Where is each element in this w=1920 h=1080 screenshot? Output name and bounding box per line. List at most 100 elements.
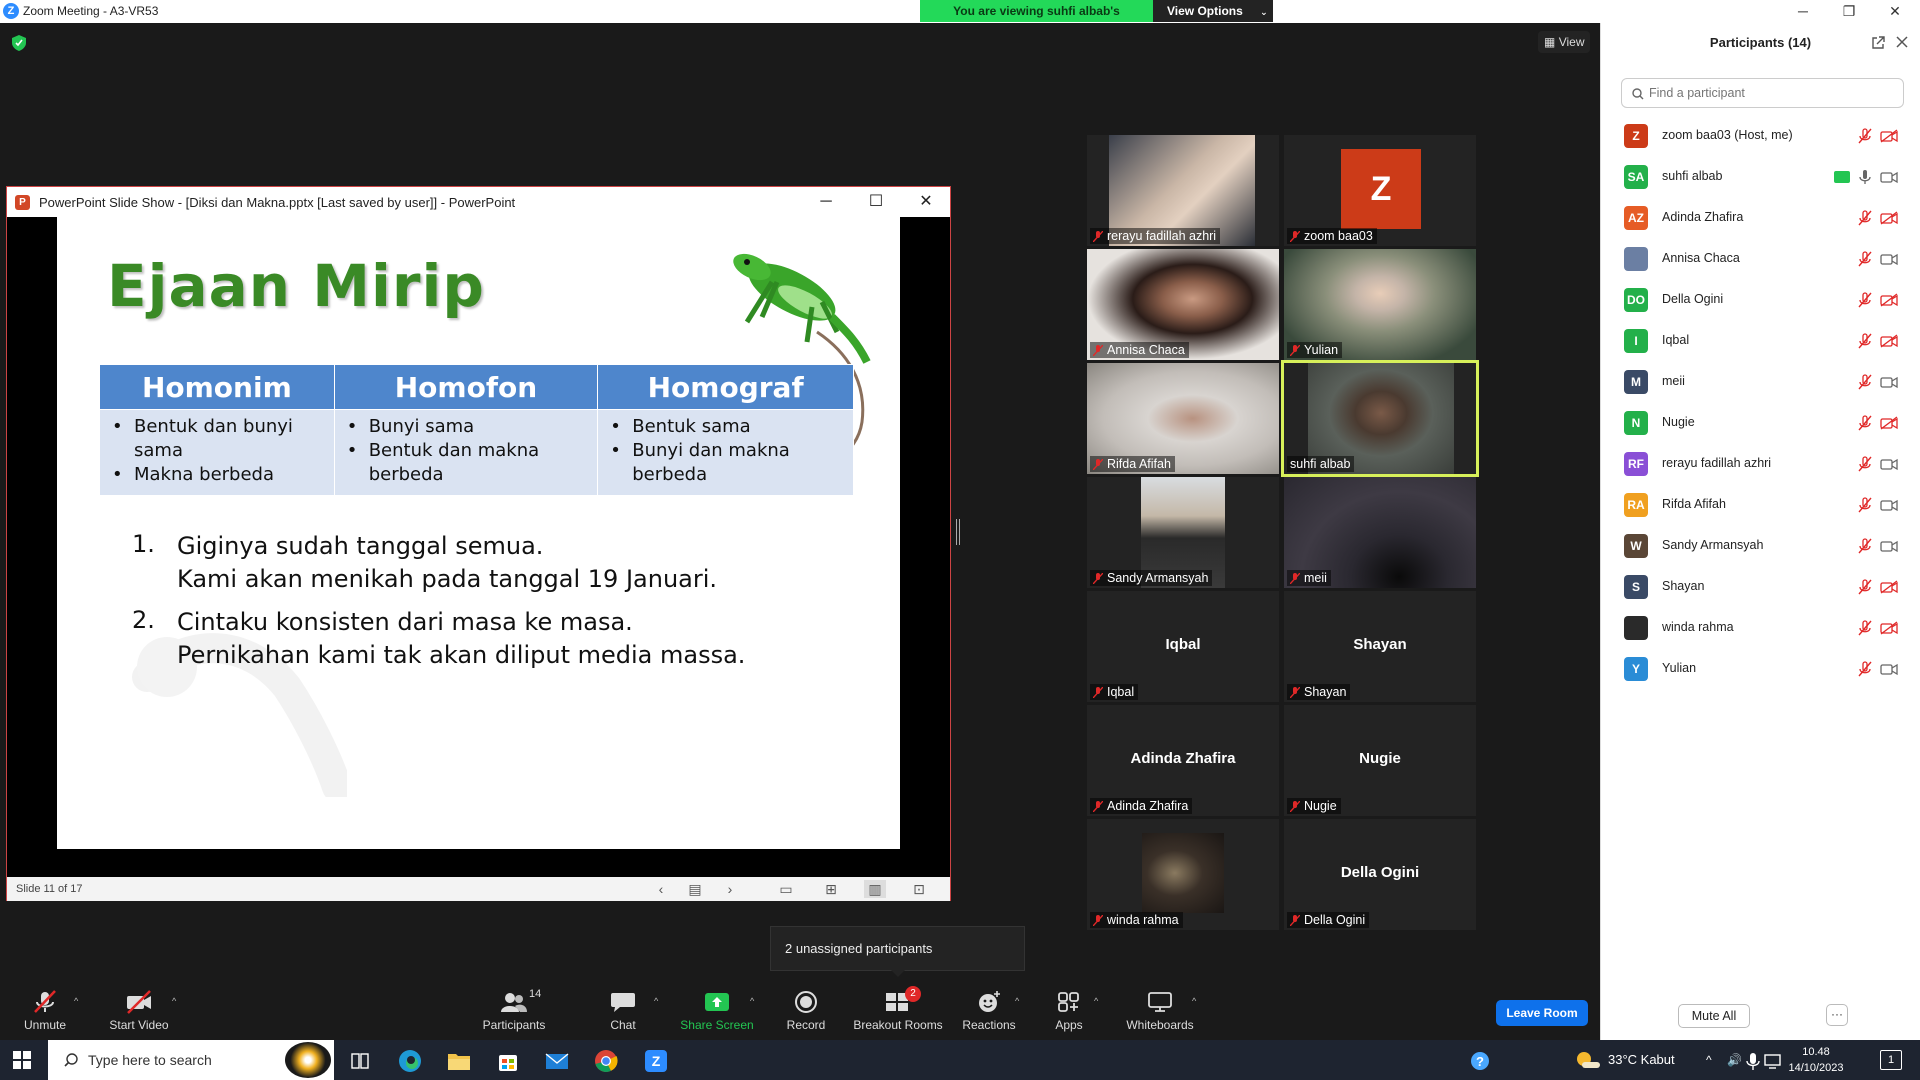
search-box[interactable] [1621,78,1904,108]
tile-center-name: Adinda Zhafira [1130,750,1236,767]
comparison-table: Homonim Homofon Homograf Bentuk dan buny… [99,364,854,496]
whiteboards-options-caret[interactable]: ^ [1192,996,1196,1006]
video-tile[interactable]: Nugie Nugie [1284,705,1476,816]
video-tile-active-speaker[interactable]: suhfi albab [1281,360,1479,477]
participant-row[interactable]: Annisa Chaca [1601,239,1920,280]
ppt-maximize-button[interactable]: ☐ [853,189,899,215]
video-tile[interactable]: rerayu fadillah azhri [1087,135,1279,246]
ppt-minimize-button[interactable]: ─ [803,189,849,215]
task-view-icon[interactable] [340,1046,380,1076]
participant-row[interactable]: DO Della Ogini [1601,280,1920,321]
slide-counter: Slide 11 of 17 [16,883,83,895]
notification-center-icon[interactable]: 1 [1880,1050,1902,1070]
chrome-icon[interactable] [586,1046,626,1076]
video-tile[interactable]: Rifda Afifah [1087,363,1279,474]
participant-name: Nugie [1662,415,1695,429]
breakout-rooms-button[interactable]: 2 Breakout Rooms [852,982,944,1036]
bullet-item: Bentuk dan bunyi sama [108,415,328,463]
whiteboards-button[interactable]: Whiteboards [1114,982,1206,1036]
normal-view-icon[interactable]: ▭ [775,880,797,898]
apps-button[interactable]: Apps [1024,982,1114,1036]
minimize-button[interactable]: ─ [1780,1,1826,22]
search-input[interactable] [1649,84,1894,102]
microphone-icon[interactable] [1743,1046,1763,1076]
video-tile[interactable]: Adinda Zhafira Adinda Zhafira [1087,705,1279,816]
muted-mic-icon [1858,579,1872,595]
previous-slide-icon[interactable]: ‹ [650,880,672,898]
video-tile[interactable]: Yulian [1284,249,1476,360]
close-icon[interactable] [1895,35,1909,49]
weather-text[interactable]: 33°C Kabut [1608,1040,1675,1080]
share-screen-button[interactable]: Share Screen [672,982,762,1036]
video-tile[interactable]: winda rahma [1087,819,1279,930]
share-options-caret[interactable]: ^ [750,996,754,1006]
audio-options-caret[interactable]: ^ [74,996,78,1006]
view-button[interactable]: ▦ View [1538,31,1590,53]
muted-mic-icon [1858,128,1872,144]
viewing-banner: You are viewing suhfi albab's screen Vie… [920,0,1273,40]
participant-row[interactable]: AZ Adinda Zhafira [1601,198,1920,239]
video-options-caret[interactable]: ^ [172,996,176,1006]
video-tile[interactable]: Della Ogini Della Ogini [1284,819,1476,930]
file-explorer-icon[interactable] [439,1046,479,1076]
video-tile[interactable]: meii [1284,477,1476,588]
participants-button[interactable]: 14 Participants [469,982,559,1036]
slide-sorter-icon[interactable]: ⊞ [820,880,842,898]
close-button[interactable]: ✕ [1872,1,1918,22]
ppt-close-button[interactable]: ✕ [903,189,949,215]
record-button[interactable]: Record [761,982,851,1036]
apps-options-caret[interactable]: ^ [1094,996,1098,1006]
reading-view-icon[interactable]: ▥ [864,880,886,898]
participant-row[interactable]: Y Yulian [1601,649,1920,690]
muted-mic-icon [1290,800,1300,812]
video-tile[interactable]: Annisa Chaca [1087,249,1279,360]
video-tile[interactable]: Sandy Armansyah [1087,477,1279,588]
edge-browser-icon[interactable] [390,1046,430,1076]
mail-icon[interactable] [537,1046,577,1076]
chat-button[interactable]: Chat [578,982,668,1036]
microsoft-store-icon[interactable] [488,1046,528,1076]
popout-icon[interactable] [1871,36,1885,50]
help-icon[interactable]: ? [1460,1046,1500,1076]
view-options-button[interactable]: View Options ⌄ [1153,0,1273,22]
more-options-button[interactable]: ··· [1826,1004,1848,1026]
participant-row[interactable]: SA suhfi albab [1601,157,1920,198]
leave-room-button[interactable]: Leave Room [1496,1000,1588,1026]
chat-options-caret[interactable]: ^ [654,996,658,1006]
reactions-options-caret[interactable]: ^ [1015,996,1019,1006]
splitter-handle[interactable] [956,519,960,545]
taskbar-clock[interactable]: 10.48 14/10/2023 [1780,1044,1852,1076]
speaker-icon[interactable]: 🔊 [1727,1040,1742,1080]
participant-name: Rifda Afifah [1107,457,1171,471]
participant-row[interactable]: S Shayan [1601,567,1920,608]
show-hidden-icons-icon[interactable]: ^ [1706,1040,1712,1080]
video-tile[interactable]: Shayan Shayan [1284,591,1476,702]
participant-row[interactable]: Zzoom baa03 (Host, me) [1601,116,1920,157]
participant-row[interactable]: N Nugie [1601,403,1920,444]
muted-mic-icon [1858,333,1872,349]
zoom-taskbar-icon[interactable]: Z [636,1046,676,1076]
video-tile[interactable]: Z zoom baa03 [1284,135,1476,246]
windows-start-icon[interactable] [13,1051,31,1069]
reactions-button[interactable]: Reactions [944,982,1034,1036]
start-video-button[interactable]: Start Video [94,982,184,1036]
video-tile[interactable]: Iqbal Iqbal [1087,591,1279,702]
video-icon [1880,376,1898,389]
taskbar-search-box[interactable]: Type here to search [48,1040,334,1080]
participant-row[interactable]: RA Rifda Afifah [1601,485,1920,526]
participant-row[interactable]: I Iqbal [1601,321,1920,362]
security-shield-icon[interactable] [12,35,26,51]
participant-row[interactable]: W Sandy Armansyah [1601,526,1920,567]
slideshow-icon[interactable]: ⊡ [908,880,930,898]
slide-menu-icon[interactable]: ▤ [684,880,706,898]
restore-button[interactable]: ❐ [1826,1,1872,22]
participant-row[interactable]: RF rerayu fadillah azhri [1601,444,1920,485]
share-screen-icon [705,993,729,1011]
mute-all-button[interactable]: Mute All [1678,1004,1750,1028]
next-slide-icon[interactable]: › [719,880,741,898]
clock-time: 10.48 [1802,1046,1830,1058]
unmute-button[interactable]: Unmute [0,982,90,1036]
avatar: S [1624,575,1648,599]
participant-row[interactable]: winda rahma [1601,608,1920,649]
participant-row[interactable]: Mmeii [1601,362,1920,403]
